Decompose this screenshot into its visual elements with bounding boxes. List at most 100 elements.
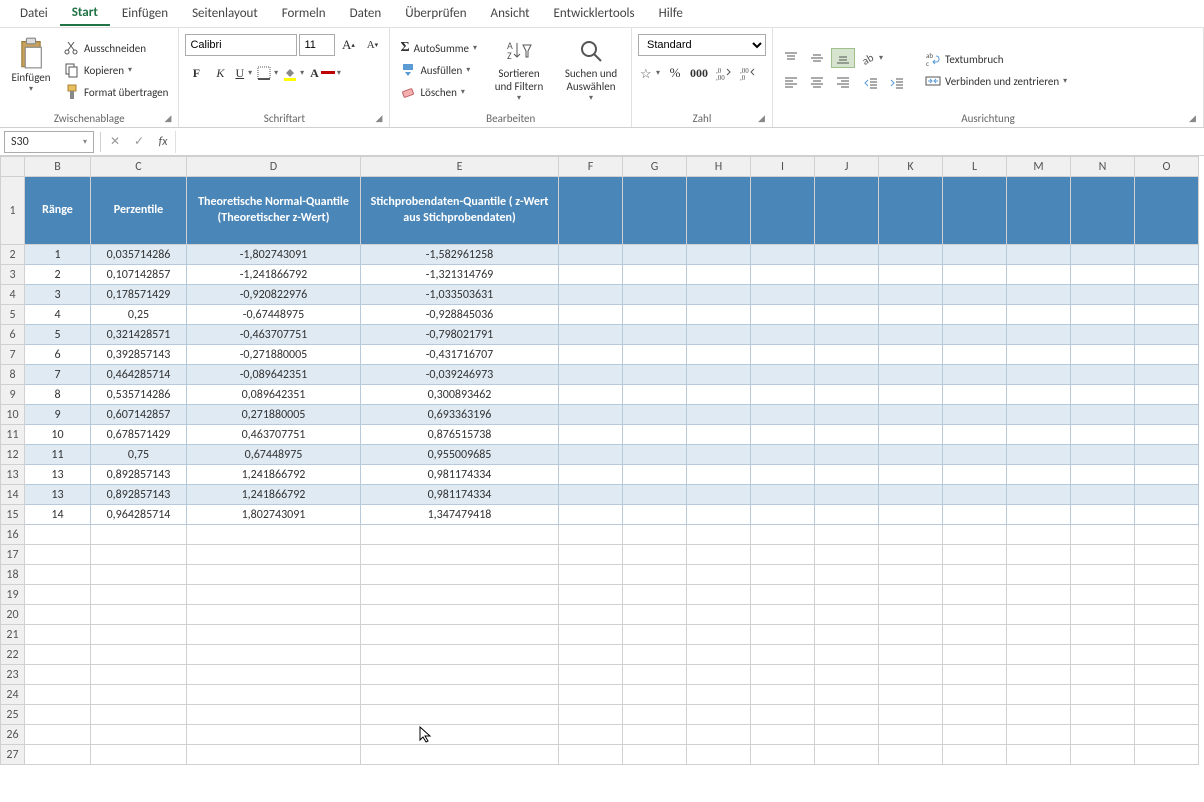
cell-B11[interactable]: 10 [25, 425, 91, 445]
cell[interactable] [1007, 725, 1071, 745]
cell[interactable] [815, 665, 879, 685]
cell[interactable] [1135, 445, 1199, 465]
row-header-26[interactable]: 26 [1, 725, 25, 745]
cell-B13[interactable]: 13 [25, 465, 91, 485]
cell[interactable] [559, 525, 623, 545]
cell[interactable] [815, 325, 879, 345]
cell[interactable] [1071, 745, 1135, 765]
cell[interactable] [687, 585, 751, 605]
cell[interactable] [751, 645, 815, 665]
cell[interactable] [751, 305, 815, 325]
cell[interactable] [623, 425, 687, 445]
cell-C2[interactable]: 0,035714286 [91, 245, 187, 265]
cell[interactable] [187, 625, 361, 645]
cell[interactable] [687, 385, 751, 405]
cell[interactable] [623, 245, 687, 265]
row-header-12[interactable]: 12 [1, 445, 25, 465]
cell-D5[interactable]: -0,67448975 [187, 305, 361, 325]
cell[interactable] [815, 345, 879, 365]
cell[interactable] [815, 505, 879, 525]
cell[interactable] [687, 445, 751, 465]
cell[interactable] [1135, 265, 1199, 285]
cell[interactable] [1007, 345, 1071, 365]
cell[interactable] [25, 705, 91, 725]
cell-E12[interactable]: 0,955009685 [361, 445, 559, 465]
cell[interactable] [361, 525, 559, 545]
font-color-button[interactable]: A▾ [308, 62, 343, 84]
cell[interactable] [751, 465, 815, 485]
cell[interactable] [943, 345, 1007, 365]
cell[interactable] [25, 585, 91, 605]
cell[interactable] [943, 465, 1007, 485]
cell[interactable] [687, 745, 751, 765]
cell[interactable] [1135, 245, 1199, 265]
cell[interactable] [1071, 345, 1135, 365]
cell[interactable] [361, 705, 559, 725]
accounting-format-button[interactable]: ☆▾ [638, 62, 662, 84]
cell[interactable] [751, 745, 815, 765]
cell[interactable] [91, 525, 187, 545]
cell[interactable] [879, 265, 943, 285]
cell[interactable] [1071, 325, 1135, 345]
align-left-button[interactable] [779, 72, 803, 92]
increase-decimal-button[interactable]: ,0,00 [712, 62, 734, 84]
cell-B9[interactable]: 8 [25, 385, 91, 405]
col-header-C[interactable]: C [91, 157, 187, 177]
cell[interactable] [687, 525, 751, 545]
cell[interactable] [559, 505, 623, 525]
cell-E6[interactable]: -0,798021791 [361, 325, 559, 345]
col-header-O[interactable]: O [1135, 157, 1199, 177]
row-header-9[interactable]: 9 [1, 385, 25, 405]
cell-D3[interactable]: -1,241866792 [187, 265, 361, 285]
cell[interactable] [815, 705, 879, 725]
cell[interactable] [623, 525, 687, 545]
cell-E8[interactable]: -0,039246973 [361, 365, 559, 385]
cell-B2[interactable]: 1 [25, 245, 91, 265]
cell[interactable] [1007, 565, 1071, 585]
cell[interactable] [559, 705, 623, 725]
cell[interactable] [1071, 645, 1135, 665]
cell[interactable] [687, 665, 751, 685]
row-header-6[interactable]: 6 [1, 325, 25, 345]
cell[interactable] [361, 625, 559, 645]
cell[interactable] [187, 685, 361, 705]
cell[interactable] [361, 645, 559, 665]
cell[interactable] [1071, 685, 1135, 705]
cell[interactable] [623, 465, 687, 485]
col-header-E[interactable]: E [361, 157, 559, 177]
cell[interactable] [559, 725, 623, 745]
cell[interactable] [943, 385, 1007, 405]
row-header-8[interactable]: 8 [1, 365, 25, 385]
cell[interactable] [815, 685, 879, 705]
cell[interactable] [687, 685, 751, 705]
cell[interactable] [943, 685, 1007, 705]
copy-button[interactable]: Kopieren ▾ [60, 60, 172, 80]
cell[interactable] [1135, 745, 1199, 765]
cell[interactable] [623, 745, 687, 765]
cell[interactable] [943, 725, 1007, 745]
cell[interactable] [1135, 405, 1199, 425]
cell[interactable] [1007, 465, 1071, 485]
cell[interactable] [559, 245, 623, 265]
menu-item-hilfe[interactable]: Hilfe [647, 2, 695, 25]
cell[interactable] [1135, 705, 1199, 725]
cell[interactable] [1135, 685, 1199, 705]
cell-C8[interactable]: 0,464285714 [91, 365, 187, 385]
align-center-button[interactable] [805, 72, 829, 92]
cell[interactable] [25, 525, 91, 545]
menu-item-ansicht[interactable]: Ansicht [479, 2, 542, 25]
cell[interactable] [91, 705, 187, 725]
cell[interactable] [943, 665, 1007, 685]
cell[interactable] [943, 425, 1007, 445]
cell[interactable] [815, 745, 879, 765]
insert-function-button[interactable]: fx [151, 130, 175, 154]
cell[interactable] [1007, 265, 1071, 285]
cell[interactable] [687, 405, 751, 425]
cell[interactable] [623, 685, 687, 705]
cell[interactable] [751, 385, 815, 405]
cell[interactable] [751, 685, 815, 705]
cell[interactable] [1007, 605, 1071, 625]
cell[interactable] [1007, 177, 1071, 245]
cell[interactable] [687, 645, 751, 665]
cell[interactable] [187, 665, 361, 685]
